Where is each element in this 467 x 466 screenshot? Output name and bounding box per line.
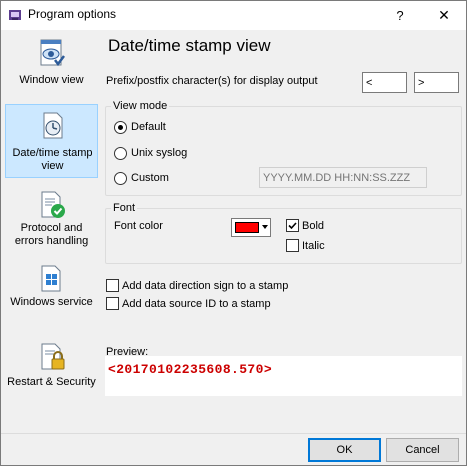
sidebar-item-protocol-errors[interactable]: Protocol and errors handling [5,188,98,252]
cancel-button[interactable]: Cancel [386,438,459,462]
italic-label[interactable]: Italic [302,240,325,252]
font-color-label: Font color [114,220,163,232]
sidebar-item-label: Restart & Security [7,376,96,388]
default-radio-label[interactable]: Default [131,121,166,133]
sidebar-item-datetime-stamp-view[interactable]: Date/time stamp view [5,104,98,178]
font-group [105,208,462,264]
options-sidebar: Window view Date/time stamp view Protoco… [1,30,102,433]
add-source-label[interactable]: Add data source ID to a stamp [122,298,271,310]
font-color-picker[interactable] [231,218,271,237]
custom-radio[interactable] [114,172,127,185]
sidebar-item-label: Protocol and errors handling [14,222,89,247]
program-options-dialog: Program options ? ✕ Window view Date/tim… [0,0,467,466]
eye-window-icon [40,39,65,67]
ok-button[interactable]: OK [308,438,381,462]
add-direction-checkbox[interactable] [106,279,119,292]
italic-checkbox[interactable] [286,239,299,252]
window-title: Program options [28,7,117,21]
color-swatch [235,222,259,233]
sidebar-item-label: Window view [19,74,84,86]
sidebar-item-window-view[interactable]: Window view [5,36,98,98]
default-radio[interactable] [114,121,127,134]
sidebar-item-label: Windows service [10,296,93,308]
sidebar-item-windows-service[interactable]: Windows service [5,262,98,326]
prefix-input[interactable] [362,72,407,93]
service-document-icon [41,265,61,292]
close-button[interactable]: ✕ [422,1,466,30]
clock-document-icon [43,112,63,139]
title-bar: Program options ? ✕ [1,1,466,30]
page-title: Date/time stamp view [108,36,271,55]
add-source-checkbox[interactable] [106,297,119,310]
chevron-down-icon [262,225,268,229]
unix-syslog-radio-label[interactable]: Unix syslog [131,147,187,159]
bold-label[interactable]: Bold [302,220,324,232]
check-document-icon [41,191,65,218]
sidebar-item-label: Date/time stamp view [12,147,93,172]
sidebar-item-restart-security[interactable]: Restart & Security [5,340,98,404]
content-panel: Date/time stamp view Prefix/postfix char… [102,30,466,433]
view-mode-title: View mode [111,100,170,112]
bold-checkbox[interactable] [286,219,299,232]
lock-document-icon [41,343,65,370]
dialog-footer: OK Cancel [1,433,466,465]
custom-radio-label[interactable]: Custom [131,172,169,184]
preview-text: <20170102235608.570> [108,362,273,377]
checkmark-icon [288,222,297,230]
app-icon [9,10,21,20]
preview-box: <20170102235608.570> [105,356,462,396]
custom-format-input[interactable] [259,167,427,188]
prefix-postfix-label: Prefix/postfix character(s) for display … [106,75,318,87]
unix-syslog-radio[interactable] [114,147,127,160]
help-button[interactable]: ? [378,1,422,30]
postfix-input[interactable] [414,72,459,93]
font-group-title: Font [111,202,138,214]
add-direction-label[interactable]: Add data direction sign to a stamp [122,280,288,292]
